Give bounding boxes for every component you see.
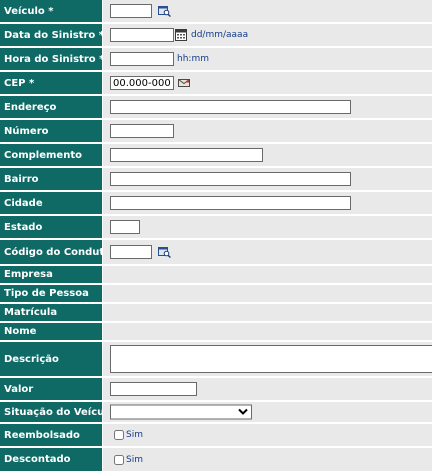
endereco-input[interactable] xyxy=(110,100,351,114)
situacao-veiculo-select[interactable] xyxy=(110,404,252,420)
label-numero: Número xyxy=(0,120,103,142)
empresa-value xyxy=(103,266,432,283)
row-cidade: Cidade xyxy=(0,192,432,214)
search-lookup-icon[interactable] xyxy=(158,5,171,17)
row-hora-sinistro: Hora do Sinistro * hh:mm xyxy=(0,48,432,70)
cell-cidade xyxy=(103,192,432,214)
cell-descontado: Sim xyxy=(103,448,432,471)
bairro-input[interactable] xyxy=(110,172,351,186)
label-matricula: Matrícula xyxy=(0,304,103,321)
valor-input[interactable] xyxy=(110,382,197,396)
cell-veiculo xyxy=(103,0,432,22)
cell-numero xyxy=(103,120,432,142)
label-bairro: Bairro xyxy=(0,168,103,190)
nome-value xyxy=(103,323,432,340)
cell-endereco xyxy=(103,96,432,118)
label-veiculo: Veículo * xyxy=(0,0,103,22)
cell-reembolsado: Sim xyxy=(103,424,432,446)
cell-complemento xyxy=(103,144,432,166)
row-empresa: Empresa xyxy=(0,266,432,283)
row-descontado: Descontado Sim xyxy=(0,448,432,471)
row-bairro: Bairro xyxy=(0,168,432,190)
descricao-textarea[interactable] xyxy=(110,345,432,373)
label-tipo-pessoa: Tipo de Pessoa xyxy=(0,285,103,302)
row-tipo-pessoa: Tipo de Pessoa xyxy=(0,285,432,302)
numero-input[interactable] xyxy=(110,124,174,138)
cell-hora-sinistro: hh:mm xyxy=(103,48,432,70)
row-codigo-condutor: Código do Condutor * xyxy=(0,240,432,264)
reembolsado-checkbox[interactable] xyxy=(114,430,124,440)
cell-situacao-veiculo xyxy=(103,402,432,422)
cell-estado xyxy=(103,216,432,238)
label-reembolsado: Reembolsado xyxy=(0,424,103,446)
descontado-checkbox[interactable] xyxy=(114,454,124,465)
row-veiculo: Veículo * xyxy=(0,0,432,22)
matricula-value xyxy=(103,304,432,321)
label-descricao: Descrição xyxy=(0,342,103,376)
hora-sinistro-input[interactable] xyxy=(110,52,174,66)
row-numero: Número xyxy=(0,120,432,142)
row-endereco: Endereço xyxy=(0,96,432,118)
data-sinistro-input[interactable] xyxy=(110,28,174,42)
sinistro-form: Veículo * Data do Sinistro * dd/mm/aaaa … xyxy=(0,0,432,471)
row-complemento: Complemento xyxy=(0,144,432,166)
cep-lookup-icon[interactable] xyxy=(178,77,191,89)
cep-input[interactable] xyxy=(110,76,174,90)
tipo-pessoa-value xyxy=(103,285,432,302)
reembolsado-option[interactable]: Sim xyxy=(114,430,143,440)
row-data-sinistro: Data do Sinistro * dd/mm/aaaa xyxy=(0,24,432,46)
cidade-input[interactable] xyxy=(110,196,351,210)
label-valor: Valor xyxy=(0,378,103,400)
label-nome: Nome xyxy=(0,323,103,340)
row-descricao: Descrição xyxy=(0,342,432,376)
label-data-sinistro: Data do Sinistro * xyxy=(0,24,104,46)
row-valor: Valor xyxy=(0,378,432,400)
cell-cep xyxy=(103,72,432,94)
label-complemento: Complemento xyxy=(0,144,103,166)
cell-valor xyxy=(103,378,432,400)
time-format-hint: hh:mm xyxy=(177,54,209,64)
cell-codigo-condutor xyxy=(103,240,432,264)
descontado-option-label: Sim xyxy=(126,454,143,465)
label-descontado: Descontado xyxy=(0,448,103,471)
search-lookup-icon[interactable] xyxy=(158,246,171,258)
row-cep: CEP * xyxy=(0,72,432,94)
row-reembolsado: Reembolsado Sim xyxy=(0,424,432,446)
row-estado: Estado xyxy=(0,216,432,238)
label-endereco: Endereço xyxy=(0,96,103,118)
row-situacao-veiculo: Situação do Veículo xyxy=(0,402,432,422)
veiculo-input[interactable] xyxy=(110,4,152,18)
label-cidade: Cidade xyxy=(0,192,103,214)
label-situacao-veiculo: Situação do Veículo xyxy=(0,402,115,422)
calendar-icon[interactable] xyxy=(175,29,187,41)
codigo-condutor-input[interactable] xyxy=(110,245,152,259)
row-matricula: Matrícula xyxy=(0,304,432,321)
label-hora-sinistro: Hora do Sinistro * xyxy=(0,48,104,70)
label-estado: Estado xyxy=(0,216,103,238)
label-empresa: Empresa xyxy=(0,266,103,283)
label-cep: CEP * xyxy=(0,72,103,94)
cell-data-sinistro: dd/mm/aaaa xyxy=(103,24,432,46)
estado-input[interactable] xyxy=(110,220,140,234)
complemento-input[interactable] xyxy=(110,148,263,162)
descontado-option[interactable]: Sim xyxy=(114,454,143,465)
date-format-hint: dd/mm/aaaa xyxy=(191,30,249,40)
cell-bairro xyxy=(103,168,432,190)
row-nome: Nome xyxy=(0,323,432,340)
label-codigo-condutor: Código do Condutor * xyxy=(0,240,125,264)
reembolsado-option-label: Sim xyxy=(126,430,143,440)
cell-descricao xyxy=(103,342,432,376)
